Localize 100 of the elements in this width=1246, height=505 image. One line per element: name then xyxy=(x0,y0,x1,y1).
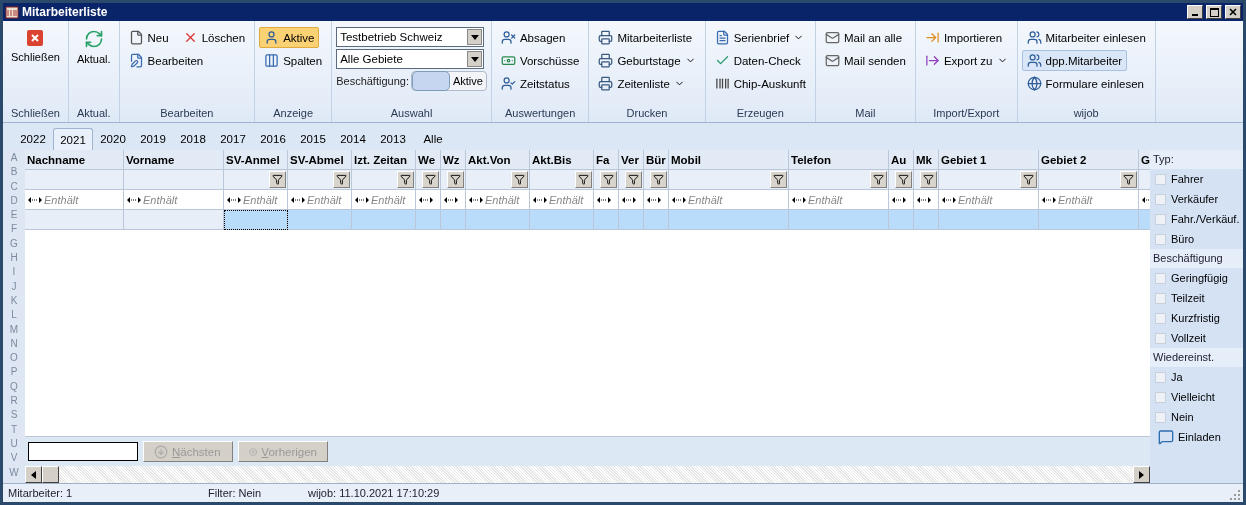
ribbon-button[interactable]: Aktual. xyxy=(72,27,115,67)
table-cell[interactable] xyxy=(669,210,789,230)
filter-input[interactable]: Enthält xyxy=(530,190,594,210)
ribbon-button[interactable]: Aktive xyxy=(259,27,320,48)
filter-button[interactable] xyxy=(870,171,887,188)
filter-checkbox[interactable]: Teilzeit xyxy=(1150,288,1243,308)
filter-button[interactable] xyxy=(770,171,787,188)
filter-button[interactable] xyxy=(895,171,912,188)
table-cell[interactable] xyxy=(914,210,939,230)
scroll-right-button[interactable] xyxy=(1133,466,1150,483)
ribbon-button[interactable]: Serienbrief xyxy=(709,27,810,48)
year-tab[interactable]: 2019 xyxy=(133,128,173,150)
column-header[interactable]: Bür xyxy=(644,150,669,170)
minimize-button[interactable] xyxy=(1187,5,1203,19)
ribbon-button[interactable]: dpp.Mitarbeiter xyxy=(1021,50,1128,71)
column-header[interactable]: Gebiet 2 xyxy=(1039,150,1139,170)
year-tab[interactable]: 2015 xyxy=(293,128,333,150)
dropdown[interactable]: Alle Gebiete xyxy=(336,49,485,69)
ribbon-button[interactable]: Mitarbeiterliste xyxy=(593,27,698,48)
filter-input[interactable] xyxy=(416,190,441,210)
filter-checkbox[interactable]: Fahrer xyxy=(1150,169,1243,189)
filter-input[interactable]: Enthält xyxy=(466,190,530,210)
ribbon-button[interactable]: Mail an alle xyxy=(819,27,908,48)
ribbon-button[interactable]: Vorschüsse xyxy=(495,50,585,71)
table-cell[interactable] xyxy=(789,210,889,230)
table-cell[interactable] xyxy=(441,210,466,230)
table-cell[interactable] xyxy=(619,210,644,230)
year-tab[interactable]: Alle xyxy=(413,128,453,150)
filter-button[interactable] xyxy=(600,171,617,188)
filter-input[interactable] xyxy=(889,190,914,210)
column-header[interactable]: Wz xyxy=(441,150,466,170)
ribbon-button[interactable]: Geburtstage xyxy=(593,50,701,71)
employment-switch[interactable]: Aktive xyxy=(410,71,487,91)
filter-button[interactable] xyxy=(269,171,286,188)
ribbon-button[interactable]: Schließen xyxy=(7,27,64,65)
table-cell[interactable] xyxy=(352,210,416,230)
column-header[interactable]: Telefon xyxy=(789,150,889,170)
filter-button[interactable] xyxy=(650,171,667,188)
column-header[interactable]: We xyxy=(416,150,441,170)
table-cell[interactable] xyxy=(416,210,441,230)
year-tab[interactable]: 2016 xyxy=(253,128,293,150)
table-cell[interactable] xyxy=(530,210,594,230)
year-tab[interactable]: 2013 xyxy=(373,128,413,150)
ribbon-button[interactable]: Zeitstatus xyxy=(495,73,575,94)
scroll-thumb[interactable] xyxy=(42,466,59,483)
filter-checkbox[interactable]: Kurzfristig xyxy=(1150,308,1243,328)
filter-checkbox[interactable]: Nein xyxy=(1150,407,1243,427)
ribbon-button[interactable]: Export zu xyxy=(919,50,1013,71)
ribbon-button[interactable]: Daten-Check xyxy=(709,50,806,71)
table-cell[interactable] xyxy=(288,210,352,230)
filter-input[interactable]: Enthält xyxy=(789,190,889,210)
search-field[interactable] xyxy=(28,442,138,461)
filter-button[interactable] xyxy=(422,171,439,188)
invite-button[interactable]: Einladen xyxy=(1150,427,1243,447)
filter-button[interactable] xyxy=(511,171,528,188)
year-tab[interactable]: 2021 xyxy=(53,128,93,150)
maximize-button[interactable] xyxy=(1206,5,1222,19)
filter-checkbox[interactable]: Vielleicht xyxy=(1150,387,1243,407)
year-tab[interactable]: 2018 xyxy=(173,128,213,150)
ribbon-button[interactable]: Formulare einlesen xyxy=(1021,73,1149,94)
filter-checkbox[interactable]: Vollzeit xyxy=(1150,328,1243,348)
filter-input[interactable]: Enthält xyxy=(124,190,224,210)
table-cell[interactable] xyxy=(224,210,288,230)
table-cell[interactable] xyxy=(1039,210,1139,230)
close-button[interactable] xyxy=(1225,5,1241,19)
filter-button[interactable] xyxy=(1020,171,1037,188)
column-header[interactable]: Ver xyxy=(619,150,644,170)
horizontal-scrollbar[interactable] xyxy=(25,466,1150,483)
table-cell[interactable] xyxy=(466,210,530,230)
filter-input[interactable] xyxy=(594,190,619,210)
ribbon-button[interactable]: Neu xyxy=(123,27,174,48)
year-tab[interactable]: 2017 xyxy=(213,128,253,150)
filter-button[interactable] xyxy=(1120,171,1137,188)
table-cell[interactable] xyxy=(124,210,224,230)
year-tab[interactable]: 2014 xyxy=(333,128,373,150)
column-header[interactable]: Mk xyxy=(914,150,939,170)
column-header[interactable]: Vorname xyxy=(124,150,224,170)
filter-checkbox[interactable]: Verkäufer xyxy=(1150,189,1243,209)
filter-checkbox[interactable]: Fahr./Verkäuf. xyxy=(1150,209,1243,229)
filter-input[interactable] xyxy=(914,190,939,210)
filter-input[interactable]: Enthält xyxy=(224,190,288,210)
dropdown[interactable]: Testbetrieb Schweiz xyxy=(336,27,485,47)
filter-input[interactable] xyxy=(619,190,644,210)
table-cell[interactable] xyxy=(889,210,914,230)
filter-input[interactable]: Enthält xyxy=(1039,190,1139,210)
filter-input[interactable]: Enthält xyxy=(939,190,1039,210)
column-header[interactable]: Gebiet 1 xyxy=(939,150,1039,170)
resize-grip[interactable] xyxy=(1230,490,1240,500)
table-cell[interactable] xyxy=(25,210,124,230)
column-header[interactable]: Au xyxy=(889,150,914,170)
filter-input[interactable]: Enthält xyxy=(25,190,124,210)
filter-checkbox[interactable]: Geringfügig xyxy=(1150,268,1243,288)
column-header[interactable]: lzt. Zeitan xyxy=(352,150,416,170)
ribbon-button[interactable]: Mail senden xyxy=(819,50,911,71)
ribbon-button[interactable]: Absagen xyxy=(495,27,571,48)
table-cell[interactable] xyxy=(644,210,669,230)
ribbon-button[interactable]: Mitarbeiter einlesen xyxy=(1021,27,1151,48)
ribbon-button[interactable]: Zeitenliste xyxy=(593,73,690,94)
column-header[interactable]: Nachname xyxy=(25,150,124,170)
year-tab[interactable]: 2020 xyxy=(93,128,133,150)
